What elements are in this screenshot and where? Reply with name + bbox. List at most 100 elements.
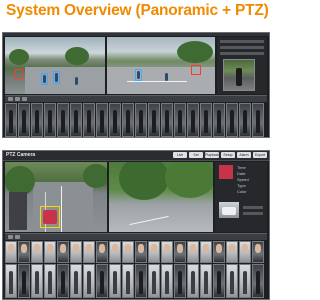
capture-thumbnail[interactable] (5, 264, 17, 298)
zoom-icon[interactable] (22, 97, 27, 101)
stop-icon[interactable] (15, 235, 20, 239)
capture-thumbnail[interactable] (31, 241, 43, 263)
capture-thumbnail[interactable] (122, 103, 134, 137)
person-figure (243, 271, 247, 294)
tab-live[interactable]: Live (173, 152, 187, 158)
face-crop (203, 244, 209, 253)
capture-thumbnail[interactable] (5, 241, 17, 263)
capture-thumbnail[interactable] (161, 103, 173, 137)
window-titlebar (3, 33, 269, 36)
capture-thumbnail[interactable] (70, 264, 82, 298)
face-crop (8, 244, 14, 253)
capture-thumbnail[interactable] (200, 241, 212, 263)
tab-export[interactable]: Export (253, 152, 267, 158)
capture-thumbnail[interactable] (187, 241, 199, 263)
capture-thumbnail[interactable] (148, 264, 160, 298)
capture-thumbnail[interactable] (213, 264, 225, 298)
person-figure (100, 110, 104, 133)
capture-thumbnail[interactable] (18, 103, 30, 137)
ptz-toolbar: PTZ Camera Live Set Playback Setup Alarm… (3, 151, 269, 161)
capture-thumbnail[interactable] (148, 241, 160, 263)
capture-thumbnail[interactable] (96, 264, 108, 298)
person-figure (113, 110, 117, 133)
ptz-view-road[interactable] (5, 162, 107, 232)
capture-thumbnail[interactable] (252, 103, 264, 137)
person-figure (165, 110, 169, 133)
capture-thumbnail[interactable] (174, 103, 186, 137)
capture-thumbnail[interactable] (83, 103, 95, 137)
person-figure (126, 110, 130, 133)
person-figure (9, 110, 13, 133)
capture-thumbnail[interactable] (70, 103, 82, 137)
capture-thumbnail[interactable] (135, 241, 147, 263)
play-icon[interactable] (8, 97, 13, 101)
tab-alarm[interactable]: Alarm (237, 152, 251, 158)
capture-thumbnail[interactable] (96, 103, 108, 137)
person-figure (152, 271, 156, 294)
play-icon[interactable] (8, 235, 13, 239)
capture-thumbnail[interactable] (200, 264, 212, 298)
capture-thumbnail[interactable] (200, 103, 212, 137)
person-figure (152, 110, 156, 133)
tab-playback[interactable]: Playback (205, 152, 219, 158)
capture-thumbnail[interactable] (57, 241, 69, 263)
capture-thumbnail[interactable] (226, 103, 238, 137)
capture-thumbnail[interactable] (252, 264, 264, 298)
face-crop (164, 244, 170, 253)
person-figure (61, 110, 65, 133)
capture-thumbnail[interactable] (96, 241, 108, 263)
capture-thumbnail[interactable] (44, 264, 56, 298)
capture-thumbnail[interactable] (187, 264, 199, 298)
capture-thumbnail[interactable] (239, 103, 251, 137)
ptz-preview[interactable] (223, 59, 255, 91)
capture-thumbnail[interactable] (226, 264, 238, 298)
capture-thumbnail[interactable] (18, 241, 30, 263)
capture-thumbnail[interactable] (213, 103, 225, 137)
capture-thumbnail[interactable] (83, 264, 95, 298)
capture-thumbnail[interactable] (44, 103, 56, 137)
target-box (40, 206, 60, 228)
capture-thumbnail[interactable] (5, 103, 17, 137)
capture-thumbnail[interactable] (239, 241, 251, 263)
capture-thumbnail[interactable] (252, 241, 264, 263)
info-label-color: Color (237, 189, 247, 194)
capture-thumbnail[interactable] (213, 241, 225, 263)
capture-thumbnail[interactable] (174, 264, 186, 298)
capture-thumbnail[interactable] (109, 103, 121, 137)
capture-thumbnail[interactable] (161, 264, 173, 298)
capture-thumbnail[interactable] (148, 103, 160, 137)
stop-icon[interactable] (15, 97, 20, 101)
capture-thumbnail[interactable] (57, 264, 69, 298)
capture-thumbnail[interactable] (31, 264, 43, 298)
capture-thumbnail[interactable] (57, 103, 69, 137)
face-crop (177, 244, 183, 253)
capture-thumbnail[interactable] (135, 264, 147, 298)
ptz-brand-label: PTZ Camera (6, 152, 36, 158)
capture-thumbnail[interactable] (18, 264, 30, 298)
capture-thumbnail[interactable] (44, 241, 56, 263)
detection-box (135, 69, 142, 81)
ptz-camera-window: PTZ Camera Live Set Playback Setup Alarm… (2, 150, 270, 300)
detection-box (41, 73, 48, 85)
capture-thumbnail[interactable] (83, 241, 95, 263)
capture-thumbnail[interactable] (70, 241, 82, 263)
capture-thumbnail[interactable] (31, 103, 43, 137)
info-label-date: Date (237, 171, 246, 176)
capture-thumbnail[interactable] (187, 103, 199, 137)
person-figure (87, 110, 91, 133)
capture-thumbnail[interactable] (226, 241, 238, 263)
capture-thumbnail[interactable] (109, 241, 121, 263)
panoramic-view-left[interactable] (5, 37, 105, 94)
capture-thumbnail[interactable] (122, 241, 134, 263)
capture-thumbnail[interactable] (122, 264, 134, 298)
tab-set[interactable]: Set (189, 152, 203, 158)
ptz-view-zoom[interactable] (109, 162, 213, 232)
capture-thumbnail[interactable] (135, 103, 147, 137)
capture-thumbnail[interactable] (161, 241, 173, 263)
capture-thumbnail[interactable] (174, 241, 186, 263)
capture-thumbnail[interactable] (239, 264, 251, 298)
capture-thumbnail[interactable] (109, 264, 121, 298)
panoramic-view-right[interactable] (107, 37, 215, 94)
tab-setup[interactable]: Setup (221, 152, 235, 158)
info-sidebar (217, 37, 267, 94)
